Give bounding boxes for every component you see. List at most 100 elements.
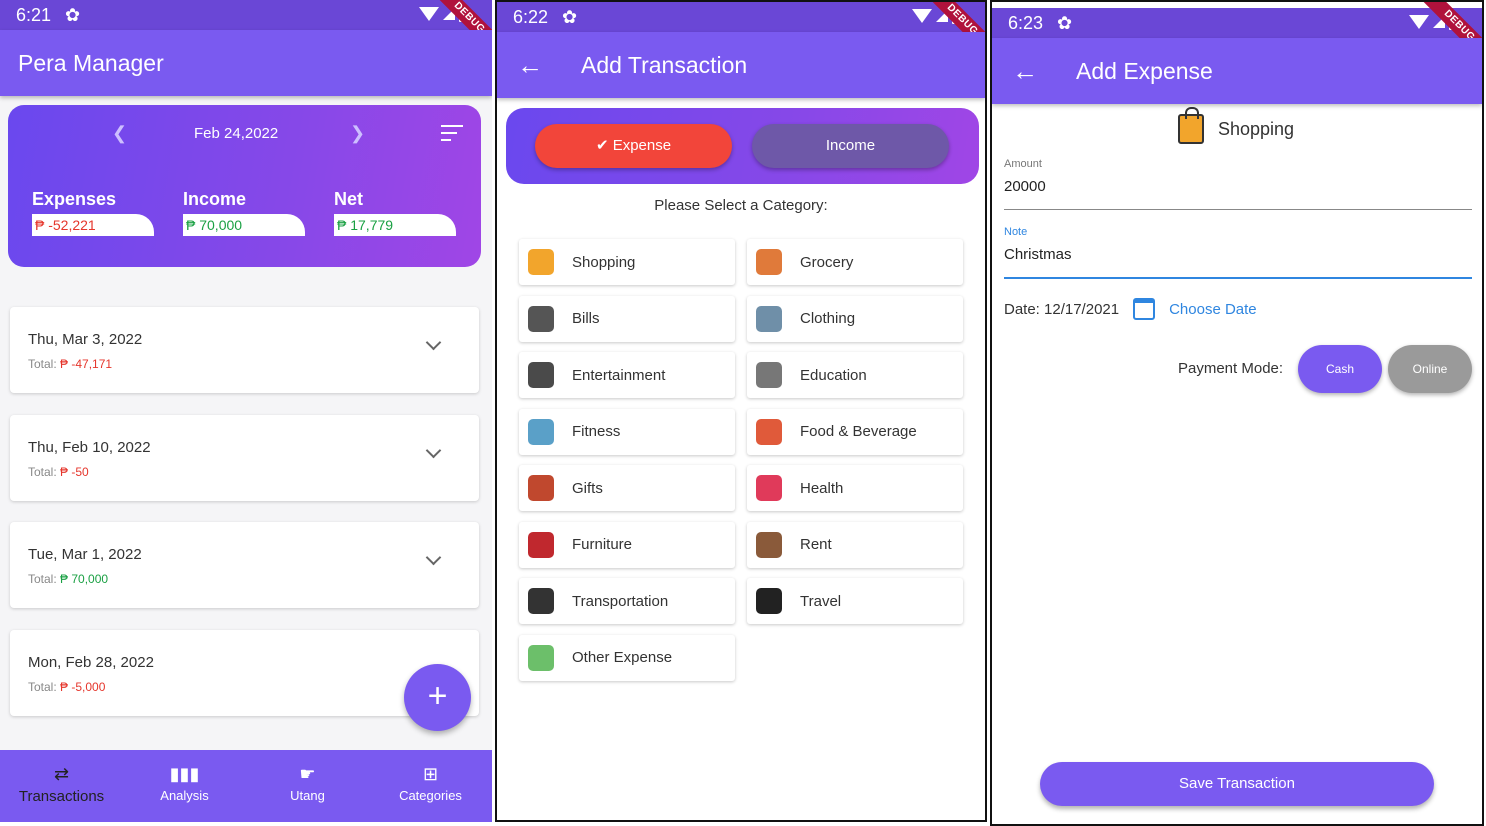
category-label: Shopping [572,253,636,271]
selected-category: Shopping [1178,107,1294,144]
nav-categories[interactable]: ⊞ Categories [369,750,492,822]
calendar-icon[interactable] [1133,298,1156,320]
clothing-icon [756,305,782,332]
status-bar: 6:22 ✿ [497,2,985,32]
category-fitness[interactable]: Fitness [519,408,735,455]
app-title: Pera Manager [18,49,164,76]
day-card[interactable]: Tue, Mar 1, 2022 Total: ₱ 70,000 [10,522,479,608]
category-health[interactable]: Health [747,465,963,511]
category-label: Rent [800,536,832,553]
sort-icon[interactable] [441,125,463,146]
day-date: Thu, Feb 10, 2022 [28,439,151,456]
choose-date-link[interactable]: Choose Date [1169,301,1257,318]
wifi-icon [1409,15,1429,29]
nav-utang[interactable]: ☛ Utang [246,750,369,822]
status-time: 6:21 [16,4,52,25]
expense-button[interactable]: ✔ Expense [535,124,732,168]
current-date: Feb 24,2022 [194,125,279,142]
category-clothing[interactable]: Clothing [747,295,963,342]
category-label: Grocery [800,253,854,271]
nav-analysis[interactable]: ▮▮▮ Analysis [123,750,246,822]
category-other-expense[interactable]: Other Expense [519,634,735,681]
chevron-left-icon[interactable]: ❮ [112,123,127,144]
back-arrow-icon[interactable]: ← [1012,56,1038,87]
day-card[interactable]: Thu, Feb 10, 2022 Total: ₱ -50 [10,415,479,501]
pera-manager-screen: 6:21 ✿ DEBUG Pera Manager ❮ Feb 24,2022 … [0,0,492,822]
note-label: Note [1004,226,1028,238]
day-total: Total: ₱ -5,000 [28,680,106,694]
category-shopping[interactable]: Shopping [519,239,735,285]
heart-icon [756,475,782,501]
nav-transactions[interactable]: ⇄ Transactions [0,750,123,822]
day-card[interactable]: Thu, Mar 3, 2022 Total: ₱ -47,171 [10,307,479,393]
back-arrow-icon[interactable]: ← [517,50,543,81]
amount-field[interactable]: Amount 20000 [1004,158,1472,210]
nav-label: Utang [290,788,325,803]
date-navigator: ❮ Feb 24,2022 ❯ [8,123,481,147]
category-food-beverage[interactable]: Food & Beverage [747,408,963,455]
chevron-right-icon[interactable]: ❯ [350,123,365,144]
wifi-icon [419,7,439,21]
category-label: Gifts [572,479,603,497]
category-travel[interactable]: Travel [747,578,963,624]
income-label: Income [183,189,247,209]
day-date: Thu, Mar 3, 2022 [28,331,143,348]
chair-icon [528,531,554,558]
category-entertainment[interactable]: Entertainment [519,352,735,398]
bar-chart-icon: ▮▮▮ [169,764,200,784]
expenses-label: Expenses [32,189,117,209]
category-label: Clothing [800,310,856,327]
amount-label: Amount [1004,158,1042,170]
summary-card: ❮ Feb 24,2022 ❯ Expenses ₱ -52,221 Incom… [8,105,481,267]
gift-icon [528,475,554,501]
category-gifts[interactable]: Gifts [519,465,735,511]
date-text: Date: 12/17/2021 [1004,300,1120,318]
category-transportation[interactable]: Transportation [519,578,735,624]
category-label: Health [800,479,844,497]
shopping-bag-icon [1178,107,1204,144]
cash-button[interactable]: Cash [1298,345,1382,393]
categories-icon: ⊞ [422,764,439,784]
save-transaction-button[interactable]: Save Transaction [1040,762,1434,806]
online-button[interactable]: Online [1388,345,1472,393]
nav-label: Transactions [18,788,105,805]
add-transaction-screen: 6:22 ✿ DEBUG ← Add Transaction ✔ Expense… [495,0,987,822]
monitor-icon [528,362,554,388]
category-furniture[interactable]: Furniture [519,521,735,568]
day-date: Mon, Feb 28, 2022 [28,654,154,671]
category-label: Travel [800,592,842,610]
category-rent[interactable]: Rent [747,521,963,568]
net-value: ₱ 17,779 [334,214,456,236]
note-field[interactable]: Note Christmas [1004,226,1472,279]
net-metric: Net ₱ 17,779 [334,189,456,236]
chevron-down-icon[interactable] [425,334,442,351]
category-label: Other Expense [572,649,673,666]
cash-icon [528,644,554,671]
food-icon [756,418,782,445]
shopping-bag-icon [528,249,554,275]
net-label: Net [334,189,364,209]
travelers-icon [756,588,782,614]
expense-label: Expense [612,137,672,154]
category-label: Fitness [572,423,621,440]
category-education[interactable]: Education [747,352,963,398]
add-expense-screen: 6:23 ✿ DEBUG ← Add Expense Shopping Amou… [990,0,1484,826]
income-button[interactable]: Income [752,124,949,168]
amount-input[interactable]: 20000 [1004,178,1472,210]
income-label: Income [825,137,876,154]
nav-label: Analysis [160,788,209,803]
note-input[interactable]: Christmas [1004,246,1472,279]
gear-icon: ✿ [65,4,81,25]
bottom-navigation: ⇄ Transactions ▮▮▮ Analysis ☛ Utang ⊞ Ca… [0,750,492,822]
category-bills[interactable]: Bills [519,295,735,342]
category-label: Education [800,366,867,384]
page-title: Add Transaction [581,51,748,78]
wifi-icon [912,9,932,23]
payment-mode-label: Payment Mode: [1178,360,1284,377]
chevron-down-icon[interactable] [425,442,442,459]
add-transaction-button[interactable]: + [404,664,471,731]
graduation-cap-icon [756,362,782,388]
chevron-down-icon[interactable] [425,549,442,566]
category-grocery[interactable]: Grocery [747,239,963,285]
bills-icon [528,305,554,332]
